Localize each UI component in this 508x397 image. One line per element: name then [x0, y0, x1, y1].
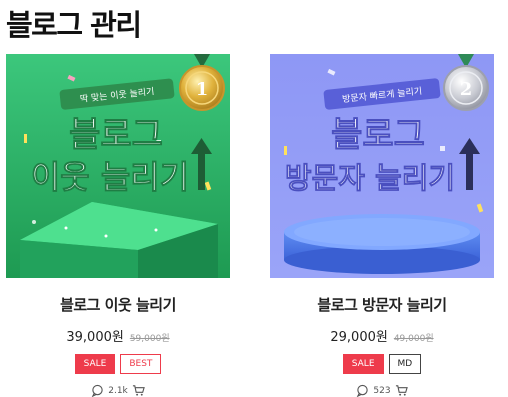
- thumbnail-artwork: 방문자 빠르게 늘리기 2 블로그 방문자 늘리기: [270, 54, 494, 278]
- svg-text:2: 2: [460, 79, 473, 100]
- review-meta: 523: [270, 384, 494, 397]
- sale-price: 29,000원: [330, 330, 388, 345]
- page-title: 블로그 관리: [6, 8, 142, 42]
- headline-line-1: 블로그: [69, 115, 163, 155]
- original-price: 59,000원: [129, 334, 170, 344]
- sale-badge: SALE: [342, 354, 384, 374]
- best-badge: BEST: [120, 354, 162, 374]
- product-name[interactable]: 블로그 방문자 늘리기: [270, 294, 494, 315]
- comment-icon: [92, 384, 103, 397]
- cart-icon[interactable]: [395, 384, 408, 397]
- product-thumbnail[interactable]: 방문자 빠르게 늘리기 2 블로그 방문자 늘리기: [270, 54, 494, 278]
- headline-line-1: 블로그: [331, 115, 425, 155]
- price-row: 39,000원 59,000원: [6, 326, 230, 345]
- product-card-neighbor[interactable]: 딱 맞는 이웃 늘리기 1 블로그 이웃 늘리기 블로그 이웃 늘리기 39,0…: [6, 54, 230, 397]
- badge-group: SALE MD: [270, 354, 494, 374]
- product-thumbnail[interactable]: 딱 맞는 이웃 늘리기 1 블로그 이웃 늘리기: [6, 54, 230, 278]
- badge-group: SALE BEST: [6, 354, 230, 374]
- price-row: 29,000원 49,000원: [270, 326, 494, 345]
- sale-price: 39,000원: [66, 330, 124, 345]
- review-meta: 2.1k: [6, 384, 230, 397]
- headline-line-2: 방문자 늘리기: [285, 161, 455, 195]
- comment-icon: [357, 384, 369, 397]
- product-name[interactable]: 블로그 이웃 늘리기: [6, 294, 230, 315]
- sale-badge: SALE: [74, 354, 116, 374]
- thumbnail-artwork: 딱 맞는 이웃 늘리기 1 블로그 이웃 늘리기: [6, 54, 230, 278]
- product-card-visitor[interactable]: 방문자 빠르게 늘리기 2 블로그 방문자 늘리기 블로그 방문자 늘리기 29…: [270, 54, 494, 397]
- md-badge: MD: [388, 354, 422, 374]
- original-price: 49,000원: [393, 334, 434, 344]
- review-count: 523: [373, 385, 391, 396]
- svg-text:1: 1: [196, 79, 209, 100]
- headline-line-2: 이웃 늘리기: [31, 158, 189, 196]
- cart-icon[interactable]: [132, 384, 145, 397]
- review-count: 2.1k: [108, 385, 128, 396]
